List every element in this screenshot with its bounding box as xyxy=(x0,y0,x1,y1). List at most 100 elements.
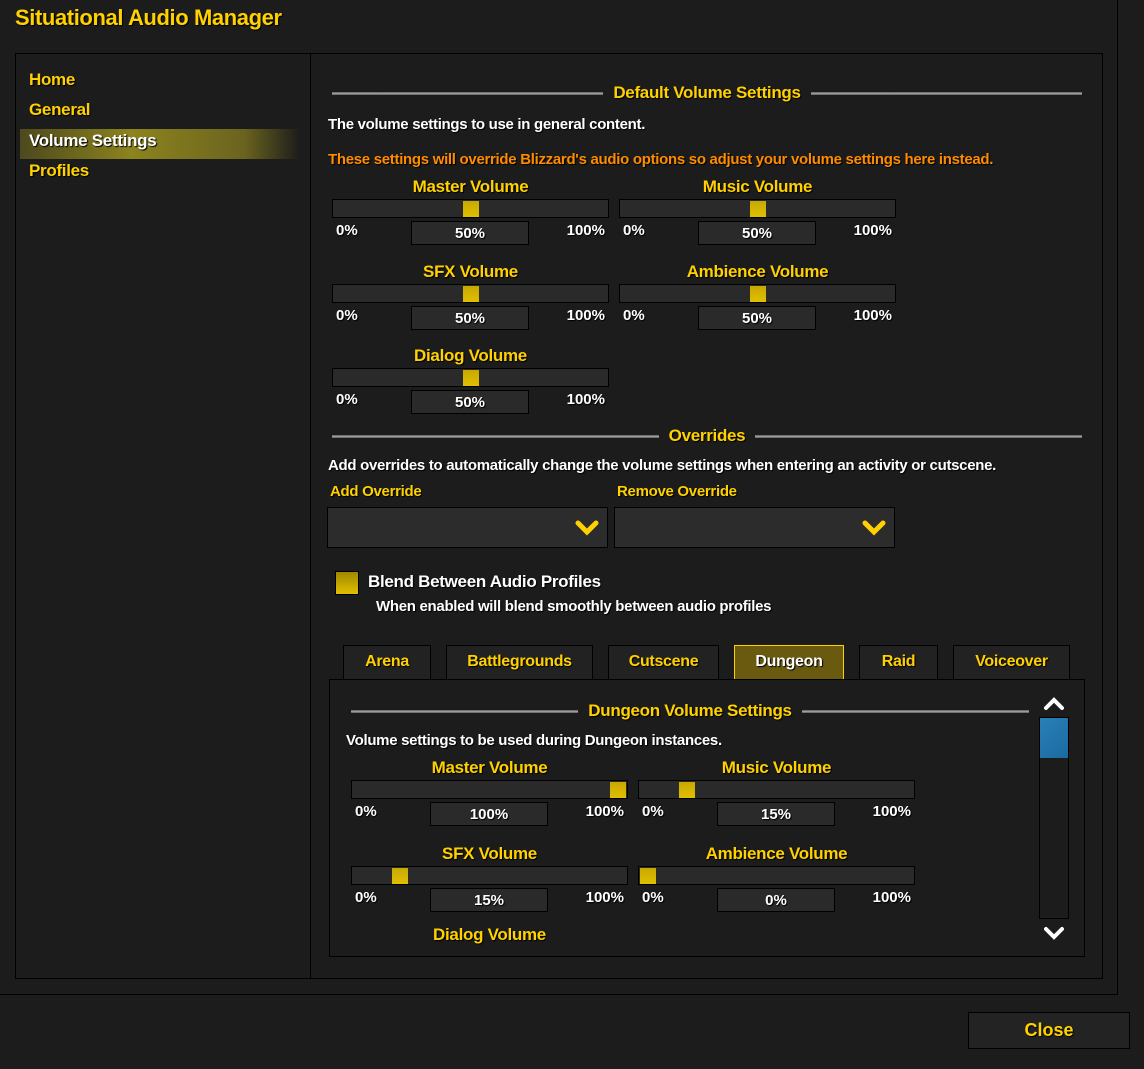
defaults-ambience-volume-slider: Ambience Volume 0% 50% 100% xyxy=(619,262,896,344)
override-warning: These settings will override Blizzard's … xyxy=(328,151,994,168)
add-override-label: Add Override xyxy=(330,483,422,500)
slider-thumb[interactable] xyxy=(392,868,408,884)
slider-label: Master Volume xyxy=(412,177,529,196)
tab-dungeon[interactable]: Dungeon xyxy=(734,645,844,680)
slider-track[interactable] xyxy=(619,284,896,303)
slider-value-input[interactable]: 50% xyxy=(411,306,529,330)
tab-arena[interactable]: Arena xyxy=(343,645,431,680)
scroll-down-icon[interactable] xyxy=(1042,924,1066,942)
slider-label: Dialog Volume xyxy=(414,346,527,365)
blend-label[interactable]: Blend Between Audio Profiles xyxy=(368,572,601,592)
slider-value-input[interactable]: 50% xyxy=(411,221,529,245)
default-volume-header: Default Volume Settings xyxy=(332,83,1082,103)
window-title: Situational Audio Manager xyxy=(15,5,282,30)
slider-track[interactable] xyxy=(619,199,896,218)
scrollbar-thumb[interactable] xyxy=(1040,718,1068,758)
scrollbar-track[interactable] xyxy=(1039,717,1069,919)
slider-min-label: 0% xyxy=(355,889,377,906)
sidebar-item-home[interactable]: Home xyxy=(29,70,75,90)
slider-min-label: 0% xyxy=(623,222,645,239)
defaults-master-volume-slider: Master Volume 0% 50% 100% xyxy=(332,177,609,259)
slider-track[interactable] xyxy=(332,199,609,218)
slider-label: Master Volume xyxy=(431,758,548,777)
add-override-dropdown[interactable] xyxy=(327,507,608,548)
default-description: The volume settings to use in general co… xyxy=(328,116,646,133)
slider-max-label: 100% xyxy=(585,889,624,906)
slider-min-label: 0% xyxy=(336,222,358,239)
blend-description: When enabled will blend smoothly between… xyxy=(376,598,772,615)
dungeon-master-volume-slider: Master Volume 0% 100% 100% xyxy=(351,758,628,840)
slider-thumb[interactable] xyxy=(463,286,479,302)
dungeon-dialog-volume-label: Dialog Volume xyxy=(433,925,546,944)
slider-max-label: 100% xyxy=(872,889,911,906)
slider-label: Music Volume xyxy=(702,177,813,196)
overrides-description: Add overrides to automatically change th… xyxy=(328,457,997,474)
slider-value-input[interactable]: 15% xyxy=(717,802,835,826)
slider-min-label: 0% xyxy=(336,391,358,408)
slider-thumb[interactable] xyxy=(640,868,656,884)
slider-label: Ambience Volume xyxy=(686,262,829,281)
blend-checkbox[interactable] xyxy=(335,571,359,595)
slider-min-label: 0% xyxy=(642,803,664,820)
slider-thumb[interactable] xyxy=(463,370,479,386)
dungeon-music-volume-slider: Music Volume 0% 15% 100% xyxy=(638,758,915,840)
slider-value-input[interactable]: 100% xyxy=(430,802,548,826)
dungeon-sfx-volume-slider: SFX Volume 0% 15% 100% xyxy=(351,844,628,926)
slider-value-input[interactable]: 15% xyxy=(430,888,548,912)
slider-thumb[interactable] xyxy=(610,782,626,798)
slider-thumb[interactable] xyxy=(679,782,695,798)
section-title: Overrides xyxy=(668,426,746,445)
section-title: Dungeon Volume Settings xyxy=(588,701,792,720)
slider-max-label: 100% xyxy=(872,803,911,820)
sidebar-item-volume-settings[interactable]: Volume Settings xyxy=(29,131,157,151)
slider-max-label: 100% xyxy=(853,307,892,324)
sidebar-item-profiles[interactable]: Profiles xyxy=(29,161,89,181)
slider-value-input[interactable]: 50% xyxy=(698,306,816,330)
scroll-up-icon[interactable] xyxy=(1042,694,1066,712)
slider-value-input[interactable]: 0% xyxy=(717,888,835,912)
slider-track[interactable] xyxy=(332,284,609,303)
tab-raid[interactable]: Raid xyxy=(859,645,938,680)
slider-track[interactable] xyxy=(638,866,915,885)
chevron-down-icon xyxy=(862,520,886,536)
slider-label: Music Volume xyxy=(721,758,832,777)
chevron-down-icon xyxy=(575,520,599,536)
dungeon-ambience-volume-slider: Ambience Volume 0% 0% 100% xyxy=(638,844,915,926)
tab-battlegrounds[interactable]: Battlegrounds xyxy=(446,645,593,680)
slider-thumb[interactable] xyxy=(750,201,766,217)
section-title: Default Volume Settings xyxy=(613,83,801,102)
sidebar-item-general[interactable]: General xyxy=(29,100,91,120)
dungeon-panel: Dungeon Volume Settings Volume settings … xyxy=(329,679,1085,957)
slider-max-label: 100% xyxy=(566,307,605,324)
slider-thumb[interactable] xyxy=(463,201,479,217)
slider-label: Ambience Volume xyxy=(705,844,848,863)
slider-max-label: 100% xyxy=(566,222,605,239)
slider-max-label: 100% xyxy=(566,391,605,408)
slider-min-label: 0% xyxy=(355,803,377,820)
slider-track[interactable] xyxy=(351,866,628,885)
remove-override-dropdown[interactable] xyxy=(614,507,895,548)
slider-value-input[interactable]: 50% xyxy=(411,390,529,414)
slider-track[interactable] xyxy=(332,368,609,387)
dungeon-header: Dungeon Volume Settings xyxy=(351,701,1029,721)
slider-min-label: 0% xyxy=(336,307,358,324)
defaults-music-volume-slider: Music Volume 0% 50% 100% xyxy=(619,177,896,259)
dungeon-description: Volume settings to be used during Dungeo… xyxy=(346,732,722,749)
tab-cutscene[interactable]: Cutscene xyxy=(608,645,719,680)
defaults-sfx-volume-slider: SFX Volume 0% 50% 100% xyxy=(332,262,609,344)
overrides-header: Overrides xyxy=(332,426,1082,446)
slider-label: SFX Volume xyxy=(442,844,537,863)
slider-min-label: 0% xyxy=(642,889,664,906)
slider-value-input[interactable]: 50% xyxy=(698,221,816,245)
slider-max-label: 100% xyxy=(853,222,892,239)
close-button[interactable]: Close xyxy=(968,1012,1130,1049)
tab-voiceover[interactable]: Voiceover xyxy=(953,645,1070,680)
slider-thumb[interactable] xyxy=(750,286,766,302)
slider-label: SFX Volume xyxy=(423,262,518,281)
slider-max-label: 100% xyxy=(585,803,624,820)
sidebar xyxy=(15,53,311,979)
slider-min-label: 0% xyxy=(623,307,645,324)
slider-track[interactable] xyxy=(638,780,915,799)
slider-track[interactable] xyxy=(351,780,628,799)
remove-override-label: Remove Override xyxy=(617,483,737,500)
